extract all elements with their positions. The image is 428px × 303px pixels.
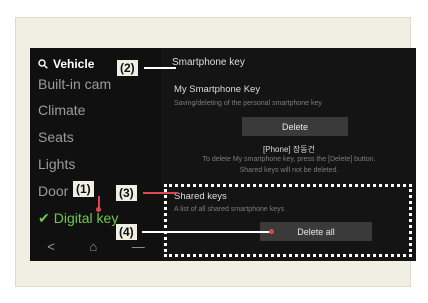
delete-note-line1: To delete My smartphone key, press the [… (202, 156, 376, 163)
callout-2-leader (144, 67, 176, 69)
page-title: Smartphone key (172, 57, 245, 68)
my-key-heading: My Smartphone Key (174, 84, 261, 95)
menu-icon[interactable]: — (132, 239, 145, 254)
delete-note-line2: Shared keys will not be deleted. (239, 167, 339, 174)
callout-1-dot (96, 207, 101, 212)
sidebar-item-digital-key[interactable]: ✔ Digital key (38, 210, 118, 227)
back-icon[interactable]: < (47, 239, 55, 254)
shared-keys-highlight (164, 184, 412, 257)
sidebar-item-climate[interactable]: Climate (38, 102, 85, 118)
sidebar-header-title: Vehicle (53, 57, 95, 71)
sidebar: Vehicle Built-in cam Climate Seats Light… (30, 48, 162, 261)
delete-button[interactable]: Delete (242, 117, 348, 136)
my-key-subtitle: Saving/deleting of the personal smartpho… (174, 100, 322, 107)
sidebar-item-digital-key-label: Digital key (53, 210, 119, 226)
callout-4: (4) (116, 224, 137, 240)
sidebar-header[interactable]: Vehicle (38, 55, 94, 73)
check-icon: ✔ (38, 210, 50, 226)
nav-bar: < ⌂ — (30, 231, 162, 261)
callout-3-leader (143, 192, 177, 194)
sidebar-item-lights[interactable]: Lights (38, 156, 75, 172)
sidebar-item-door[interactable]: Door (38, 183, 68, 199)
search-icon[interactable] (38, 59, 48, 69)
sidebar-item-seats[interactable]: Seats (38, 129, 74, 145)
callout-1: (1) (73, 181, 94, 197)
sidebar-item-built-in-cam[interactable]: Built-in cam (38, 76, 111, 92)
callout-2: (2) (117, 60, 138, 76)
callout-3: (3) (116, 185, 137, 201)
callout-4-leader (142, 231, 272, 233)
callout-4-dot (269, 229, 274, 234)
home-icon[interactable]: ⌂ (89, 239, 97, 254)
phone-label: [Phone] 장동건 (263, 145, 315, 154)
